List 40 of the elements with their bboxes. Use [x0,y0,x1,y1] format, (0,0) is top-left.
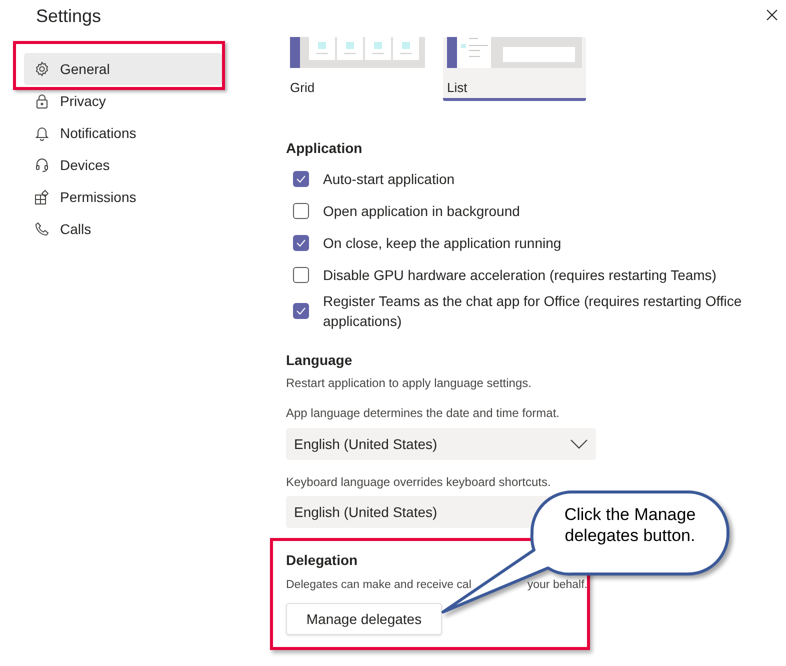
checkbox-label: On close, keep the application running [323,234,562,253]
field-label: App language determines the date and time format. [286,405,561,421]
manage-delegates-button[interactable]: Manage delegates [286,603,442,635]
checkbox[interactable] [293,203,309,219]
section-heading: Delegation [286,551,359,570]
checkbox-label: Open application in background [323,202,520,221]
description-text: your behalf. [527,578,588,593]
sidebar-item[interactable]: Permissions [24,181,222,213]
layout-option[interactable]: Grid [286,37,429,101]
hint-text: Restart application to apply language settings. [286,375,532,391]
close-icon[interactable] [766,9,778,21]
section-heading: Application [286,139,364,158]
checkbox-label: Auto-start application [323,170,455,189]
field-label: Keyboard language overrides keyboard shortcuts. [286,474,552,490]
check-icon [296,307,306,315]
check-icon [296,239,306,247]
app-grid-icon [34,189,50,205]
check-icon [296,175,306,183]
section-heading: Language [286,351,354,370]
checkbox[interactable] [293,235,309,251]
lock-icon [34,93,50,109]
checkbox[interactable] [293,267,309,283]
layout-option[interactable]: List [443,37,586,101]
sidebar-item[interactable]: General [24,53,222,85]
sidebar-item[interactable]: Devices [24,149,222,181]
checkbox-label: Disable GPU hardware acceleration (requires restarting Teams) [323,266,716,285]
gear-icon [34,61,50,77]
sidebar-item[interactable]: Calls [24,213,222,245]
headset-icon [34,157,50,173]
language-dropdown[interactable]: English (United States) [286,428,596,460]
description-text: Delegates can make and receive cal [286,578,472,593]
checkbox[interactable] [293,303,309,319]
chevron-down-icon [570,439,588,449]
sidebar-item[interactable]: Privacy [24,85,222,117]
bell-icon [34,125,50,141]
checkbox[interactable] [293,171,309,187]
window-title: Settings [36,5,102,27]
sidebar-item[interactable]: Notifications [24,117,222,149]
checkbox-label: Register Teams as the chat app for Office (requires restarting Office applications) [323,292,743,331]
phone-icon [34,221,50,237]
